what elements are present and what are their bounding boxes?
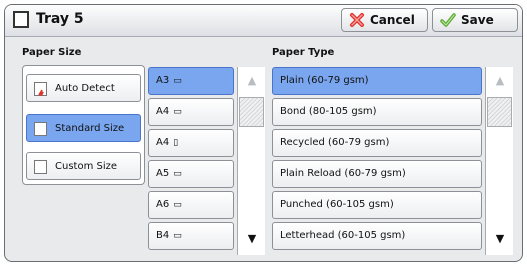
custom-size-icon [34, 160, 47, 174]
size-label: A3 [156, 75, 170, 86]
size-scrollbar[interactable]: ▲ ▼ [237, 67, 265, 255]
custom-size-label: Custom Size [55, 161, 118, 172]
landscape-icon: ▭ [173, 200, 182, 210]
standard-size-button[interactable]: Standard Size [26, 114, 141, 142]
cancel-button[interactable]: Cancel [341, 8, 428, 32]
type-item-punched[interactable]: Punched (60-105 gsm) [272, 191, 482, 219]
paper-size-list: A3 ▭ A4 ▭ A4 ▯ A5 ▭ A6 ▭ B4 ▭ [148, 67, 234, 255]
type-label: Plain (60-79 gsm) [280, 75, 369, 86]
tray-icon [13, 11, 29, 28]
type-label: Recycled (60-79 gsm) [280, 137, 390, 148]
size-item-a5[interactable]: A5 ▭ [148, 160, 234, 188]
paper-type-list: Plain (60-79 gsm) Bond (80-105 gsm) Recy… [272, 67, 482, 255]
page-title: Tray 5 [36, 11, 84, 27]
save-button[interactable]: Save [432, 8, 518, 32]
paper-type-label: Paper Type [272, 47, 335, 58]
type-label: Bond (80-105 gsm) [280, 106, 377, 117]
auto-detect-label: Auto Detect [55, 83, 115, 94]
scroll-down-icon[interactable]: ▼ [238, 225, 266, 253]
scroll-thumb[interactable] [487, 97, 512, 127]
landscape-icon: ▭ [173, 231, 182, 241]
type-label: Letterhead (60-105 gsm) [280, 230, 406, 241]
cancel-x-icon [350, 13, 364, 27]
auto-detect-icon [34, 82, 47, 96]
type-item-letterhead[interactable]: Letterhead (60-105 gsm) [272, 222, 482, 250]
type-scrollbar[interactable]: ▲ ▼ [485, 67, 513, 255]
size-label: A5 [156, 168, 170, 179]
landscape-icon: ▭ [173, 107, 182, 117]
scroll-thumb[interactable] [239, 97, 264, 127]
type-item-plain[interactable]: Plain (60-79 gsm) [272, 67, 482, 95]
auto-detect-button[interactable]: Auto Detect [26, 74, 141, 102]
landscape-icon: ▭ [173, 169, 182, 179]
scroll-up-icon[interactable]: ▲ [486, 67, 514, 95]
checkmark-icon [440, 13, 456, 27]
size-item-a4-landscape[interactable]: A4 ▭ [148, 98, 234, 126]
size-item-a3[interactable]: A3 ▭ [148, 67, 234, 95]
type-item-plain-reload[interactable]: Plain Reload (60-79 gsm) [272, 160, 482, 188]
scroll-up-icon[interactable]: ▲ [238, 67, 266, 95]
paper-size-label: Paper Size [22, 47, 82, 58]
type-item-recycled[interactable]: Recycled (60-79 gsm) [272, 129, 482, 157]
size-label: A6 [156, 199, 170, 210]
standard-size-icon [34, 122, 47, 136]
size-mode-group: Auto Detect Standard Size Custom Size [22, 65, 145, 185]
landscape-icon: ▭ [173, 76, 182, 86]
size-label: A4 [156, 137, 170, 148]
standard-size-label: Standard Size [55, 123, 125, 134]
type-label: Plain Reload (60-79 gsm) [280, 168, 406, 179]
size-item-b4[interactable]: B4 ▭ [148, 222, 234, 250]
size-item-a4-portrait[interactable]: A4 ▯ [148, 129, 234, 157]
size-item-a6[interactable]: A6 ▭ [148, 191, 234, 219]
size-label: B4 [156, 230, 170, 241]
title-bar: Tray 5 Cancel Save [5, 5, 522, 37]
cancel-label: Cancel [370, 13, 415, 27]
custom-size-button[interactable]: Custom Size [26, 152, 141, 180]
tray-settings-window: Tray 5 Cancel Save Paper Size Paper Type [4, 4, 523, 262]
save-label: Save [461, 13, 494, 27]
type-label: Punched (60-105 gsm) [280, 199, 394, 210]
size-label: A4 [156, 106, 170, 117]
portrait-icon: ▯ [173, 138, 179, 148]
type-item-bond[interactable]: Bond (80-105 gsm) [272, 98, 482, 126]
scroll-down-icon[interactable]: ▼ [486, 225, 514, 253]
